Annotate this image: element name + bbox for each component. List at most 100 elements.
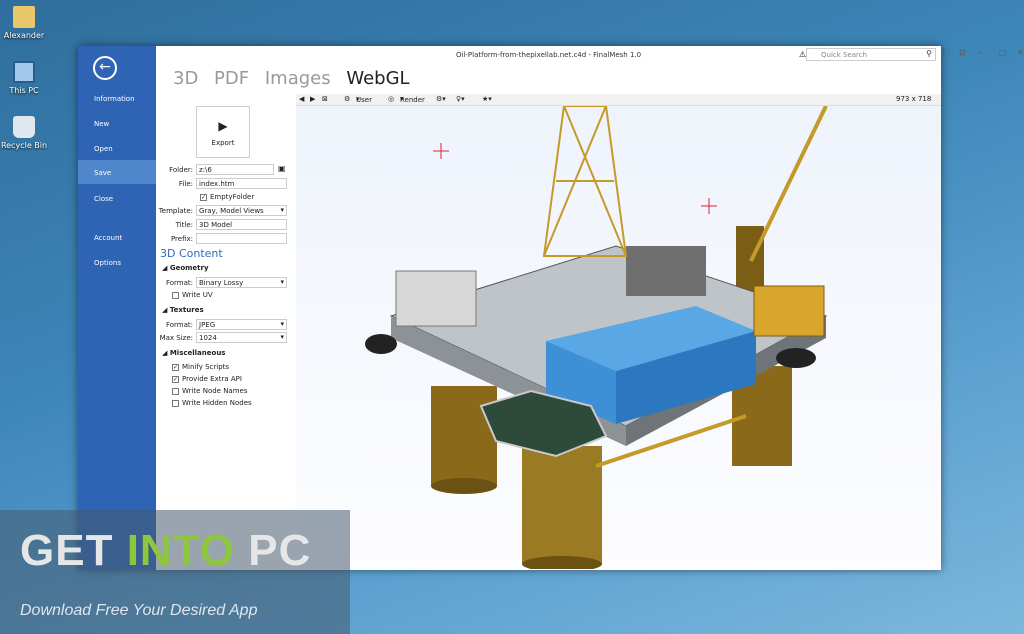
prefix-label: Prefix: xyxy=(170,235,193,243)
export-button[interactable]: ▶ Export xyxy=(196,106,250,158)
title-row: Title: 3D Model xyxy=(156,219,296,231)
desktop-icon-recycle-bin[interactable]: Recycle Bin xyxy=(0,116,48,150)
render-dropdown[interactable]: Render ▾ xyxy=(400,95,425,104)
quick-search-input[interactable]: ⚠ Quick Search ⚲ xyxy=(799,48,936,61)
checkbox-checked-icon: ✓ xyxy=(200,193,207,201)
extra-api-checkbox[interactable]: ✓ Provide Extra API xyxy=(172,375,242,383)
oil-platform-model[interactable] xyxy=(296,106,941,569)
hidden-nodes-label: Write Hidden Nodes xyxy=(182,399,252,407)
minimize-icon[interactable]: – xyxy=(979,48,983,57)
desktop-icon-label: Alexander xyxy=(3,31,45,40)
tab-webgl[interactable]: WebGL xyxy=(346,68,409,89)
checkbox-unchecked-icon xyxy=(172,387,179,395)
export-tabs: 3D PDF Images WebGL xyxy=(173,68,420,89)
quick-search-placeholder: Quick Search xyxy=(821,51,868,59)
file-input[interactable]: index.htm xyxy=(196,178,287,189)
empty-folder-checkbox[interactable]: ✓ EmptyFolder xyxy=(200,193,254,201)
tab-3d[interactable]: 3D xyxy=(173,68,198,89)
camera-icon[interactable]: ⚙ xyxy=(344,95,350,103)
help-icon[interactable]: ? xyxy=(941,48,945,57)
checkbox-unchecked-icon xyxy=(172,399,179,407)
ribbon-options-icon[interactable]: ⊡ xyxy=(959,48,966,57)
texture-format-row: Format: JPEG xyxy=(156,319,296,331)
folder-input[interactable]: z:\6 xyxy=(196,164,274,175)
geometry-format-row: Format: Binary Lossy xyxy=(156,277,296,289)
checkbox-checked-icon: ✓ xyxy=(172,363,179,371)
folder-label: Folder: xyxy=(169,166,193,174)
max-size-label: Max Size: xyxy=(159,334,193,342)
play-icon: ▶ xyxy=(218,119,228,133)
maximize-icon[interactable]: □ xyxy=(999,48,1007,57)
tab-images[interactable]: Images xyxy=(265,68,331,89)
prefix-input[interactable] xyxy=(196,233,287,244)
nav-back-icon[interactable]: ◀ xyxy=(299,95,304,103)
watermark-tagline: Download Free Your Desired App xyxy=(20,602,258,619)
template-select[interactable]: Gray, Model Views xyxy=(196,205,287,216)
star-icon[interactable]: ★▾ xyxy=(482,95,492,103)
export-label: Export xyxy=(211,139,235,147)
write-uv-checkbox[interactable]: Write UV xyxy=(172,291,213,299)
desktop-icon-label: This PC xyxy=(9,86,39,95)
prefix-row: Prefix: xyxy=(156,233,296,245)
menu-item-close[interactable]: Close xyxy=(78,186,156,210)
title-input[interactable]: 3D Model xyxy=(196,219,287,230)
folder-browse-icon[interactable]: ▣ xyxy=(278,164,286,173)
menu-item-new[interactable]: New xyxy=(78,111,156,135)
tab-pdf[interactable]: PDF xyxy=(214,68,249,89)
recycle-bin-icon xyxy=(13,116,35,138)
file-label: File: xyxy=(178,180,193,188)
nav-forward-icon[interactable]: ▶ xyxy=(310,95,315,103)
folder-row: Folder: z:\6 ▣ xyxy=(156,164,296,176)
geometry-format-select[interactable]: Binary Lossy xyxy=(196,277,287,288)
empty-folder-label: EmptyFolder xyxy=(210,193,255,201)
settings-panel: ▶ Export Folder: z:\6 ▣ File: index.htm … xyxy=(156,94,296,570)
computer-icon xyxy=(13,61,35,83)
title-bar: Oil-Platform-from-thepixellab.net.c4d - … xyxy=(156,46,1024,64)
viewport-size: 973 x 718 xyxy=(896,95,932,103)
watermark-logo: GET INTO PC xyxy=(20,526,312,575)
misc-heading[interactable]: ◢ Miscellaneous xyxy=(162,349,225,357)
texture-format-label: Format: xyxy=(165,321,193,329)
template-label: Template: xyxy=(158,207,193,215)
light-bulb-icon[interactable]: ♀▾ xyxy=(456,95,465,103)
geometry-heading[interactable]: ◢ Geometry xyxy=(162,264,209,272)
checkbox-checked-icon: ✓ xyxy=(172,375,179,383)
node-names-label: Write Node Names xyxy=(182,387,248,395)
warning-icon: ⚠ xyxy=(799,50,807,59)
viewport-toolbar: ◀ ▶ ⊠ ⚙ User ▾ ◎ Render ▾ ⚙▾ ♀▾ ★▾ 973 x… xyxy=(296,94,941,106)
settings-gear-icon[interactable]: ⚙▾ xyxy=(436,95,446,103)
node-names-checkbox[interactable]: Write Node Names xyxy=(172,387,248,395)
write-uv-label: Write UV xyxy=(182,291,213,299)
menu-item-options[interactable]: Options xyxy=(78,250,156,274)
watermark-overlay: GET INTO PC Download Free Your Desired A… xyxy=(0,510,350,634)
textures-heading[interactable]: ◢ Textures xyxy=(162,306,204,314)
zoom-extents-icon[interactable]: ⊠ xyxy=(322,95,328,103)
back-button[interactable]: ← xyxy=(93,56,117,80)
user-view-dropdown[interactable]: User ▾ xyxy=(356,95,372,104)
desktop-icon-alexander[interactable]: Alexander xyxy=(0,6,48,40)
minify-scripts-checkbox[interactable]: ✓ Minify Scripts xyxy=(172,363,229,371)
geometry-format-label: Format: xyxy=(165,279,193,287)
collapse-triangle-icon: ◢ xyxy=(162,349,170,357)
render-icon[interactable]: ◎ xyxy=(388,95,394,103)
folder-icon xyxy=(13,6,35,28)
checkbox-unchecked-icon xyxy=(172,291,179,299)
max-size-select[interactable]: 1024 xyxy=(196,332,287,343)
backstage-sidebar: ← Information New Open Save Close Accoun… xyxy=(78,46,156,570)
section-3d-content: 3D Content xyxy=(160,247,223,260)
hidden-nodes-checkbox[interactable]: Write Hidden Nodes xyxy=(172,399,252,407)
3d-viewport[interactable]: ◀ ▶ ⊠ ⚙ User ▾ ◎ Render ▾ ⚙▾ ♀▾ ★▾ 973 x… xyxy=(296,94,941,570)
texture-format-select[interactable]: JPEG xyxy=(196,319,287,330)
collapse-triangle-icon: ◢ xyxy=(162,264,170,272)
menu-item-save[interactable]: Save xyxy=(78,160,156,184)
desktop-icon-label: Recycle Bin xyxy=(0,141,48,150)
menu-item-information[interactable]: Information xyxy=(78,86,156,110)
desktop-icon-this-pc[interactable]: This PC xyxy=(0,61,48,95)
arrow-left-icon: ← xyxy=(99,59,111,75)
menu-item-account[interactable]: Account xyxy=(78,225,156,249)
window-title: Oil-Platform-from-thepixellab.net.c4d - … xyxy=(456,51,642,59)
search-icon[interactable]: ⚲ xyxy=(926,49,932,58)
menu-item-open[interactable]: Open xyxy=(78,136,156,160)
close-icon[interactable]: ✕ xyxy=(1017,48,1024,57)
extra-api-label: Provide Extra API xyxy=(182,375,242,383)
